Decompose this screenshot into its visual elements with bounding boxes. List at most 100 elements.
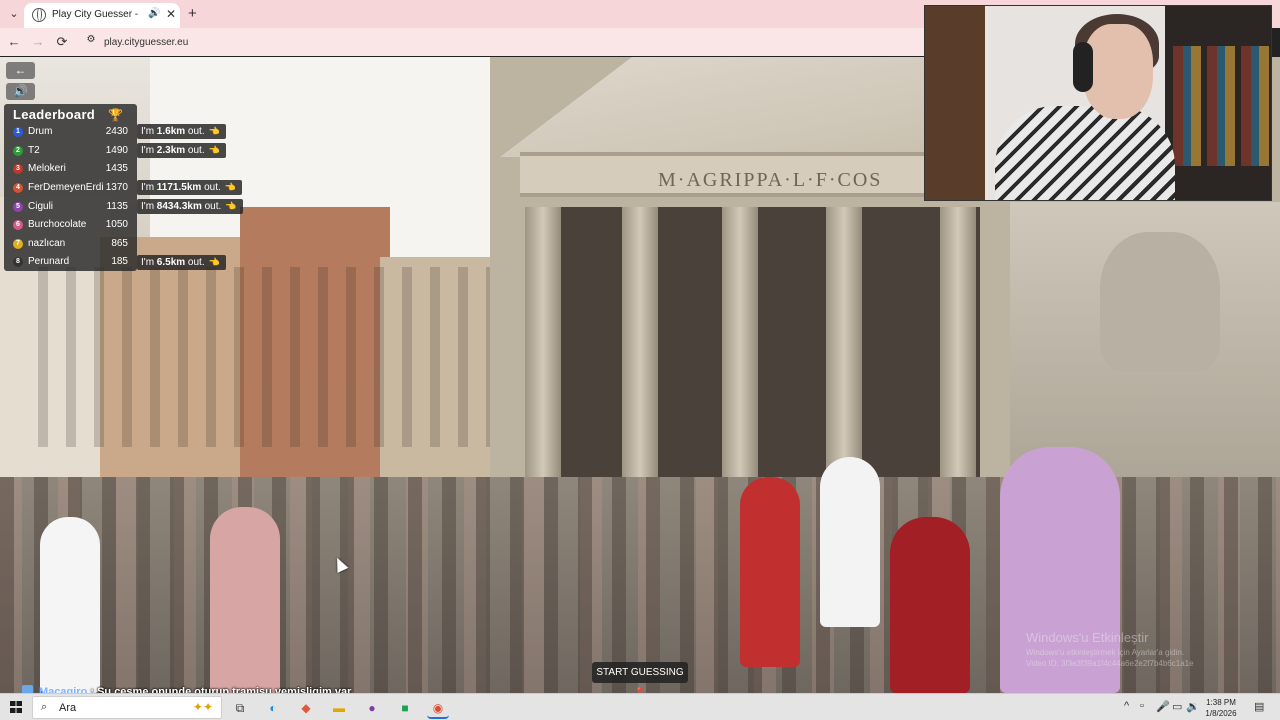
player-name: Burchocolate [28, 219, 87, 230]
column [722, 207, 758, 507]
trophy-icon: 🏆 [108, 108, 123, 122]
tab-search-chevron-icon[interactable]: ⌄ [6, 6, 22, 22]
guess-distance: 6.5km [156, 257, 186, 268]
player-score: 2430 [105, 126, 128, 137]
tray-chevron-icon[interactable]: ^ [1124, 700, 1129, 712]
leaderboard-row: 2 T2 1490 [4, 142, 137, 161]
microphone-icon[interactable]: 🎤 [1156, 700, 1170, 713]
leaderboard-row: 5 Ciguli 1135 [4, 198, 137, 217]
spotify-icon[interactable]: ■ [394, 697, 416, 719]
watermark-video-id: Video ID: 3f3e3f39a1f4c44a6e2e2f7b4b6c1a… [1026, 659, 1194, 668]
file-explorer-icon[interactable]: ▬ [328, 697, 350, 719]
leaderboard-row: 3 Melokeri 1435 [4, 160, 137, 179]
close-tab-icon[interactable]: ✕ [166, 7, 176, 21]
arrow-left-icon: ← [14, 63, 27, 77]
tray-app-icon[interactable]: ▫ [1140, 700, 1144, 712]
back-arrow-button[interactable]: ← [6, 62, 35, 79]
guess-distance-bubble: I'm 8434.3km out. 👈 [137, 199, 243, 214]
person [210, 507, 280, 693]
headphones-icon [1073, 42, 1093, 92]
player-score: 1370 [105, 182, 128, 193]
leaderboard-row: 6 Burchocolate 1050 [4, 216, 137, 235]
sound-toggle-button[interactable]: 🔊 [6, 83, 35, 100]
guess-suffix: out. [185, 126, 205, 137]
column [525, 207, 561, 507]
back-button[interactable]: ← [6, 34, 22, 50]
rank-badge: 3 [13, 164, 23, 174]
guess-distance: 1.6km [156, 126, 186, 137]
speaker-icon[interactable]: 🔊 [148, 8, 160, 19]
rank-badge: 1 [13, 127, 23, 137]
leaderboard-title: Leaderboard [13, 107, 96, 122]
player-name: FerDemeyenErdi [28, 182, 104, 193]
guess-prefix: I'm [141, 145, 157, 156]
leaderboard: Leaderboard 🏆 1 Drum 2430 2 T2 1490 3 Me… [4, 104, 137, 271]
reload-button[interactable]: ⟳ [54, 34, 70, 50]
forward-button[interactable]: → [30, 34, 46, 50]
hand-icon: 👈 [208, 257, 220, 267]
guess-suffix: out. [185, 145, 205, 156]
leaderboard-row: 1 Drum 2430 [4, 123, 137, 142]
guess-prefix: I'm [141, 201, 157, 212]
player-name: Melokeri [28, 163, 66, 174]
rank-badge: 5 [13, 202, 23, 212]
player-score: 185 [111, 256, 128, 267]
speaker-icon: 🔊 [13, 84, 28, 98]
rank-badge: 6 [13, 220, 23, 230]
cam-shelf-items [1173, 46, 1269, 166]
webcam-overlay [924, 5, 1272, 201]
player-score: 1490 [105, 145, 128, 156]
windows-start-icon[interactable] [10, 701, 22, 713]
new-tab-button[interactable]: + [188, 5, 197, 22]
person [40, 517, 100, 693]
guess-distance-bubble: I'm 2.3km out. 👈 [137, 143, 226, 158]
notification-icon[interactable]: ▤ [1254, 700, 1264, 713]
clock-time: 1:38 PM [1206, 698, 1236, 707]
globe-icon [32, 8, 46, 22]
clock-date: 1/8/2026 [1205, 709, 1237, 718]
rank-badge: 7 [13, 239, 23, 249]
player-score: 1435 [105, 163, 128, 174]
player-name: Drum [28, 126, 53, 137]
player-name: nazlıcan [28, 238, 66, 249]
person [820, 457, 880, 627]
guess-prefix: I'm [141, 126, 157, 137]
guess-distance: 2.3km [156, 145, 186, 156]
url-field[interactable]: play.cityguesser.eu [104, 37, 188, 48]
taskbar-clock[interactable]: 1:38 PM 1/8/2026 [1198, 697, 1244, 719]
leaderboard-row: 7 nazlıcan 865 [4, 235, 137, 254]
start-guessing-button[interactable]: START GUESSING 📍 [592, 662, 688, 699]
guess-suffix: out. [185, 257, 205, 268]
player-score: 1135 [106, 201, 128, 212]
player-name: Perunard [28, 256, 70, 267]
network-icon[interactable]: ▭ [1172, 700, 1182, 713]
chrome-icon[interactable]: ◉ [427, 697, 449, 719]
column [622, 207, 658, 507]
edge-icon[interactable]: ◐ [262, 697, 284, 719]
rank-badge: 4 [13, 183, 23, 193]
watermark-subtitle: Windows'u etkinleştirmek için Ayarlar'a … [1026, 648, 1185, 657]
screen: ⌄ Play City Guesser - Explore 🔊 ✕ + ← → … [0, 0, 1280, 720]
hand-icon: 👈 [224, 182, 236, 192]
tab-title: Play City Guesser - Explore [52, 9, 140, 20]
app-icon[interactable]: ◆ [295, 697, 317, 719]
hand-icon: 👈 [208, 145, 220, 155]
windows-activation-watermark: Windows'u Etkinleştir Windows'u etkinleş… [1026, 630, 1194, 668]
hand-icon: 👈 [208, 126, 220, 136]
discord-icon[interactable]: ● [361, 697, 383, 719]
browser-tab[interactable]: Play City Guesser - Explore 🔊 ✕ [24, 3, 180, 28]
guess-distance-bubble: I'm 1171.5km out. 👈 [137, 180, 242, 195]
search-highlight-icon: ✦✦ [192, 700, 213, 714]
site-info-icon[interactable]: ⚙ [84, 34, 98, 48]
hand-icon: 👈 [225, 201, 237, 211]
player-score: 865 [111, 238, 128, 249]
player-name: T2 [28, 145, 40, 156]
building-windows [20, 267, 520, 447]
guess-distance-bubble: I'm 6.5km out. 👈 [137, 255, 226, 270]
task-view-icon[interactable]: ⧉ [229, 697, 251, 719]
taskbar-search[interactable]: ⌕ Ara ✦✦ [32, 696, 222, 719]
streamer-body [995, 106, 1175, 200]
guess-distance: 1171.5km [156, 182, 202, 193]
guess-suffix: out. [201, 201, 222, 212]
search-placeholder: Ara [59, 702, 77, 714]
